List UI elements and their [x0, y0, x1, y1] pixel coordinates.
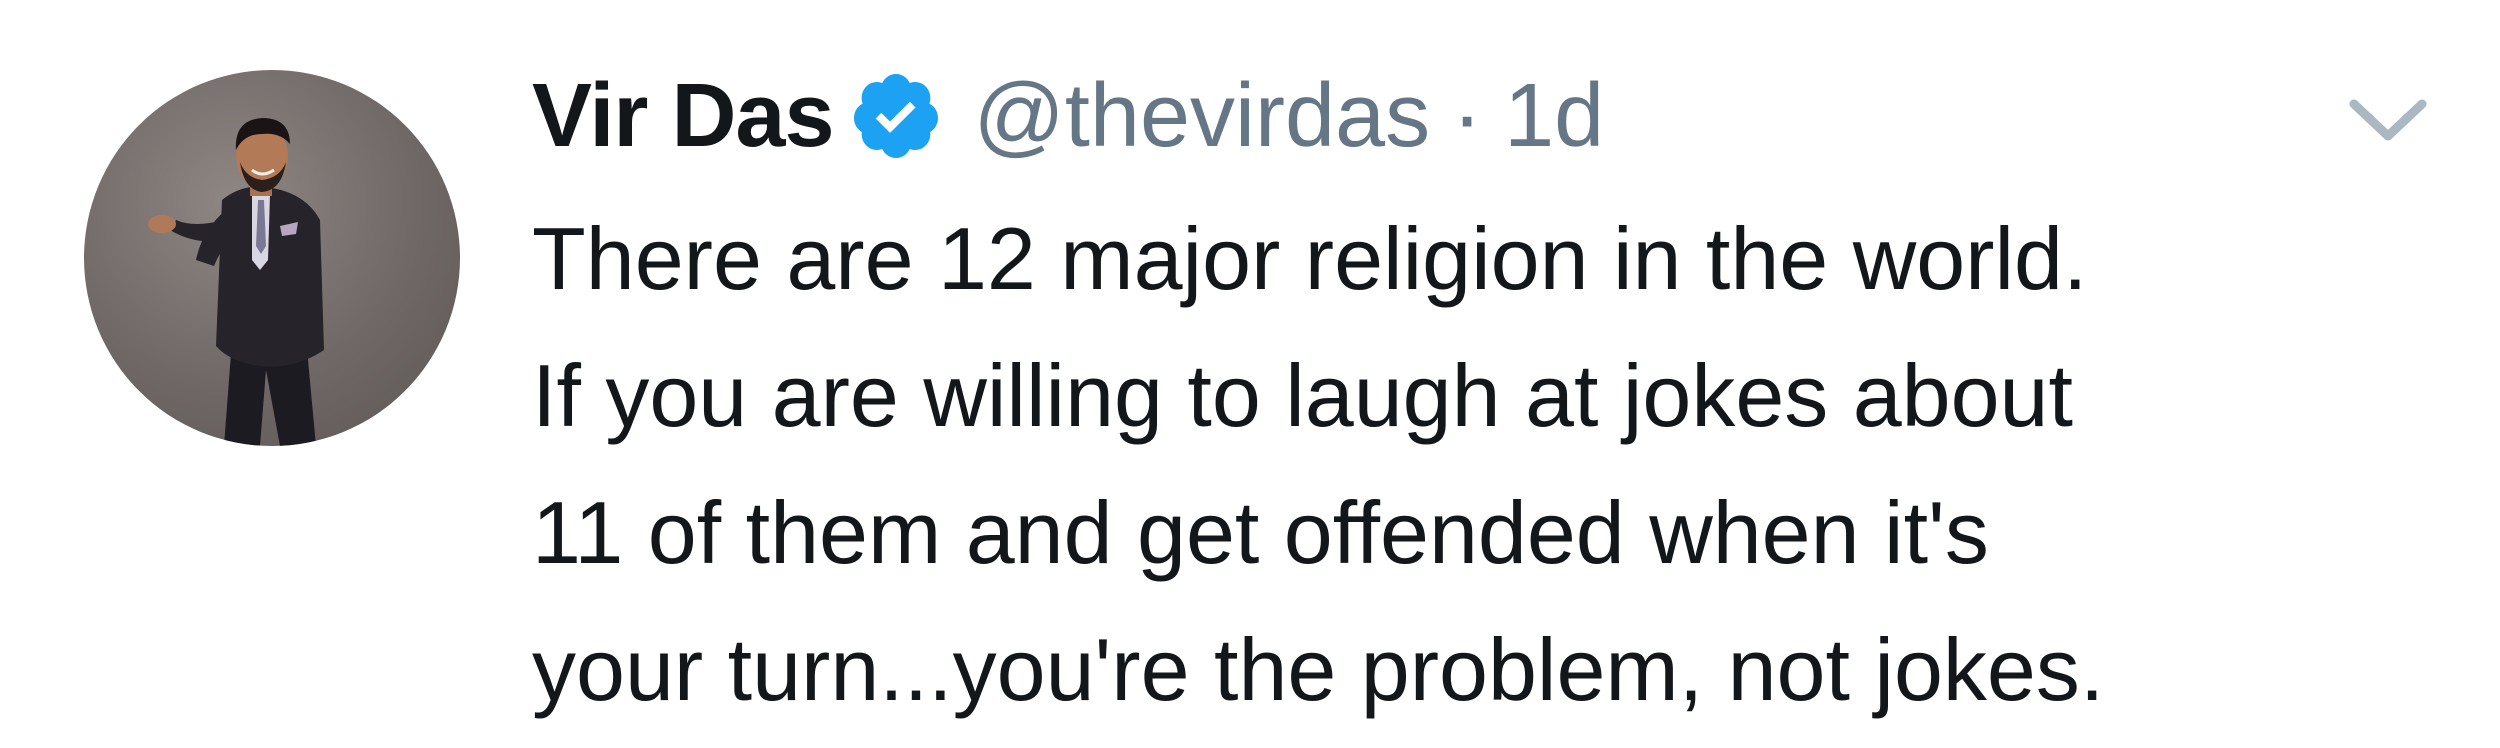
tweet-timestamp[interactable]: 1d	[1504, 65, 1604, 168]
chevron-down-icon[interactable]	[2340, 84, 2436, 154]
tweet-header: Vir Das @thevirdas · 1d	[532, 56, 1604, 176]
verified-badge-icon	[848, 68, 944, 164]
tweet-text-line: your turn...you're the problem, not joke…	[532, 620, 2105, 719]
tweet-text-line: If you are willing to laugh at jokes abo…	[532, 346, 2073, 445]
author-name[interactable]: Vir Das	[532, 65, 835, 168]
avatar-photo	[148, 118, 324, 446]
avatar[interactable]	[84, 70, 460, 446]
tweet-text-line: There are 12 major religion in the world…	[532, 209, 2088, 308]
tweet-text: There are 12 major religion in the world…	[532, 190, 2472, 738]
tweet-card[interactable]: Vir Das @thevirdas · 1d There are 12 maj…	[0, 0, 2500, 748]
tweet-text-line: 11 of them and get offended when it's	[532, 483, 1989, 582]
separator-dot: ·	[1452, 65, 1483, 166]
author-handle[interactable]: @thevirdas	[974, 65, 1431, 168]
